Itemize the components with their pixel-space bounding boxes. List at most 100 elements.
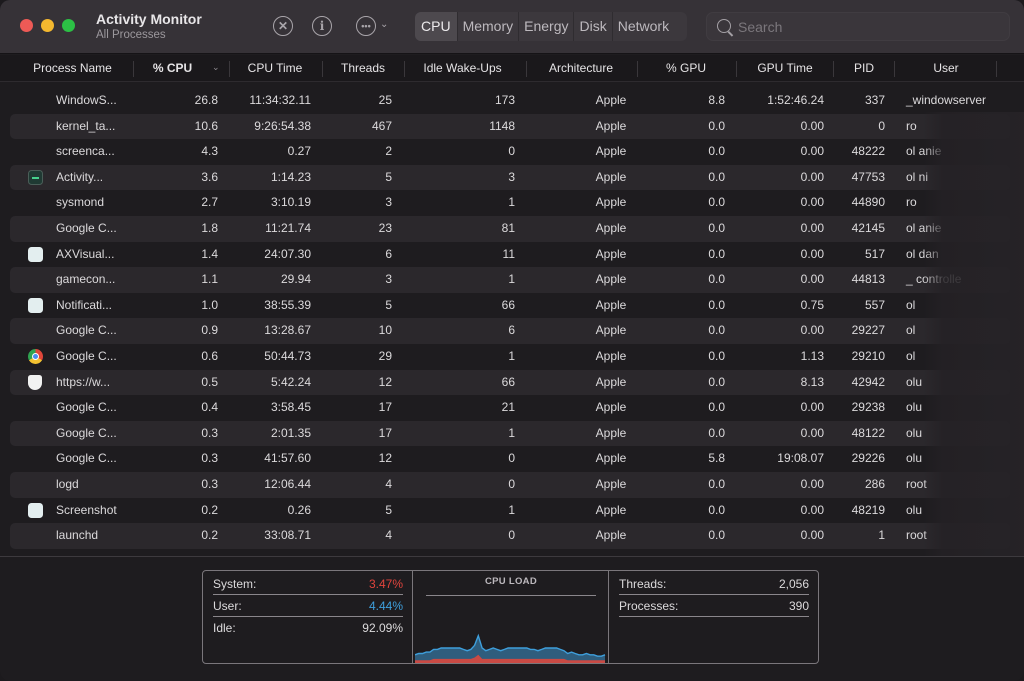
table-row[interactable]: logd 0.3 12:06.44 4 0 Apple 0.0 0.00 286 root: [10, 472, 1010, 498]
cpu-percent-cell: 1.8: [201, 221, 218, 235]
column-separator[interactable]: [894, 61, 895, 77]
cpu-time-cell: 12:06.44: [264, 477, 311, 491]
thread-count-cell: 12: [378, 374, 392, 389]
gpu-time-cell: 0.00: [800, 528, 824, 543]
tab-energy[interactable]: Energy: [519, 12, 575, 41]
table-row[interactable]: sysmond 2.7 3:10.19 3 1 Apple 0.0 0.00 44890 ro: [10, 190, 1010, 216]
gpu-percent-cell: 0.0: [708, 144, 725, 159]
table-row[interactable]: Notificati... 1.0 38:55.39 5 66 Apple 0.0 0.75 5…: [10, 293, 1010, 319]
tab-disk[interactable]: Disk: [574, 12, 613, 41]
process-name-cell: screenca...: [56, 144, 115, 159]
architecture-cell: Apple: [595, 221, 627, 235]
column-separator[interactable]: [996, 61, 997, 77]
idle-wakeups-cell: 1: [508, 349, 515, 363]
idle-wakeups-cell: 1: [508, 272, 515, 287]
cpu-time-cell: 3:58.45: [270, 400, 311, 415]
column-separator[interactable]: [133, 61, 134, 77]
close-window-button[interactable]: [20, 19, 33, 32]
cpu-time-cell: 1:14.23: [270, 169, 311, 184]
process-name-cell: Notificati...: [56, 297, 113, 312]
gpu-time-cell: 0.00: [800, 195, 824, 210]
search-field[interactable]: [706, 12, 1010, 41]
gpu-percent-cell: 0.0: [708, 323, 725, 338]
process-name-cell: kernel_ta...: [56, 118, 116, 133]
thread-count-cell: 29: [378, 349, 392, 363]
table-row[interactable]: kernel_ta... 10.6 9:26:54.38 467 1148 Apple 0.…: [10, 113, 1010, 140]
column-pid[interactable]: PID: [840, 55, 888, 82]
pid-cell: 29227: [851, 323, 885, 338]
gpu-percent-cell: 0.0: [708, 374, 725, 389]
pid-cell: 42942: [851, 374, 885, 389]
column-gpu-percent[interactable]: % GPU: [650, 55, 722, 82]
thread-count-cell: 2: [385, 144, 392, 159]
cpu-percent-cell: 0.3: [201, 425, 218, 440]
column-gpu-time[interactable]: GPU Time: [745, 55, 825, 82]
column-threads[interactable]: Threads: [328, 55, 398, 82]
more-actions-button[interactable]: •••: [356, 16, 376, 36]
table-row[interactable]: https://w... 0.5 5:42.24 12 66 Apple 0.0 8.13 42…: [10, 369, 1010, 396]
inspect-process-button[interactable]: i: [312, 16, 332, 36]
cpu-percent-cell: 4.3: [201, 144, 218, 159]
column-separator[interactable]: [833, 61, 834, 77]
table-row[interactable]: screenca... 4.3 0.27 2 0 Apple 0.0 0.00 48222 ol …: [10, 139, 1010, 165]
pid-cell: 286: [864, 477, 885, 491]
table-row[interactable]: AXVisual... 1.4 24:07.30 6 11 Apple 0.0 0.00 517…: [10, 242, 1010, 268]
system-value: 3.47%: [368, 577, 403, 591]
table-row[interactable]: Google C... 1.8 11:21.74 23 81 Apple 0.0 0.00 42…: [10, 216, 1010, 242]
cpu-time-cell: 11:34:32.11: [249, 93, 311, 107]
threads-stat: Threads: 2,056: [619, 574, 809, 595]
threads-value: 2,056: [778, 577, 809, 591]
idle-wakeups-cell: 0: [508, 528, 515, 543]
table-row[interactable]: gamecon...1.129.9431Apple0.00.0044813_ c…: [10, 267, 1010, 293]
column-architecture[interactable]: Architecture: [535, 55, 627, 82]
cpu-percent-cell: 26.8: [194, 93, 218, 107]
view-subtitle[interactable]: All Processes: [96, 29, 166, 41]
column-cpu-time[interactable]: CPU Time: [235, 55, 315, 82]
table-row[interactable]: Google C... 0.3 2:01.35 17 1 Apple 0.0 0.00 4812…: [10, 420, 1010, 447]
column-idle-wakeups[interactable]: Idle Wake-Ups: [410, 55, 515, 82]
cpu-time-cell: 5:42.24: [270, 374, 311, 389]
table-row[interactable]: Google C... 0.4 3:58.45 17 21 Apple 0.0 0.00 292…: [10, 395, 1010, 421]
architecture-cell: Apple: [595, 246, 627, 261]
table-row[interactable]: Activity... 3.6 1:14.23 5 3 Apple 0.0 0.00 47753…: [10, 164, 1010, 191]
column-separator[interactable]: [229, 61, 230, 77]
pid-cell: 47753: [851, 169, 885, 184]
search-input[interactable]: [738, 17, 998, 37]
thread-count-cell: 12: [378, 451, 392, 466]
architecture-cell: Apple: [595, 297, 627, 312]
gpu-time-cell: 0.00: [800, 272, 824, 287]
cpu-percent-cell: 3.6: [201, 169, 218, 184]
table-row[interactable]: Screenshot 0.2 0.26 5 1 Apple 0.0 0.00 48219 olu: [10, 498, 1010, 524]
column-process-name[interactable]: Process Name: [20, 55, 125, 82]
table-row[interactable]: Google C... 0.6 50:44.73 29 1 Apple 0.0 1.13 292…: [10, 344, 1010, 370]
column-separator[interactable]: [637, 61, 638, 77]
column-user[interactable]: User: [900, 55, 992, 82]
column-separator[interactable]: [404, 61, 405, 77]
architecture-cell: Apple: [595, 451, 627, 466]
tab-network[interactable]: Network: [613, 12, 674, 41]
maximize-window-button[interactable]: [62, 19, 75, 32]
thread-count-cell: 17: [378, 400, 392, 415]
pid-cell: 48222: [851, 144, 885, 159]
column-separator[interactable]: [736, 61, 737, 77]
table-header: Process Name % CPU ⌄ CPU Time Threads Id…: [0, 55, 1024, 82]
shield-icon: [28, 374, 42, 390]
table-row[interactable]: Google C... 0.9 13:28.67 10 6 Apple 0.0 0.00 292…: [10, 318, 1010, 344]
gpu-time-cell: 0.00: [800, 323, 824, 338]
idle-wakeups-cell: 1: [508, 502, 515, 517]
chevron-down-icon[interactable]: ⌄: [380, 19, 388, 30]
cpu-percent-cell: 0.3: [201, 451, 218, 466]
gpu-percent-cell: 0.0: [708, 425, 725, 440]
table-row[interactable]: WindowS... 26.8 11:34:32.11 25 173 Apple 8.8 1:…: [10, 88, 1010, 114]
table-row[interactable]: launchd 0.2 33:08.71 4 0 Apple 0.0 0.00 1 root: [10, 523, 1010, 549]
stop-process-button[interactable]: ✕: [273, 16, 293, 36]
column-separator[interactable]: [526, 61, 527, 77]
column-separator[interactable]: [322, 61, 323, 77]
cpu-percent-cell: 0.3: [201, 477, 218, 491]
tab-memory[interactable]: Memory: [458, 12, 520, 41]
minimize-window-button[interactable]: [41, 19, 54, 32]
tab-cpu[interactable]: CPU: [415, 12, 458, 41]
process-name-cell: logd: [56, 477, 79, 491]
table-row[interactable]: Google C... 0.3 41:57.60 12 0 Apple 5.8 19:08.0…: [10, 446, 1010, 472]
column-cpu-percent[interactable]: % CPU: [140, 55, 205, 82]
